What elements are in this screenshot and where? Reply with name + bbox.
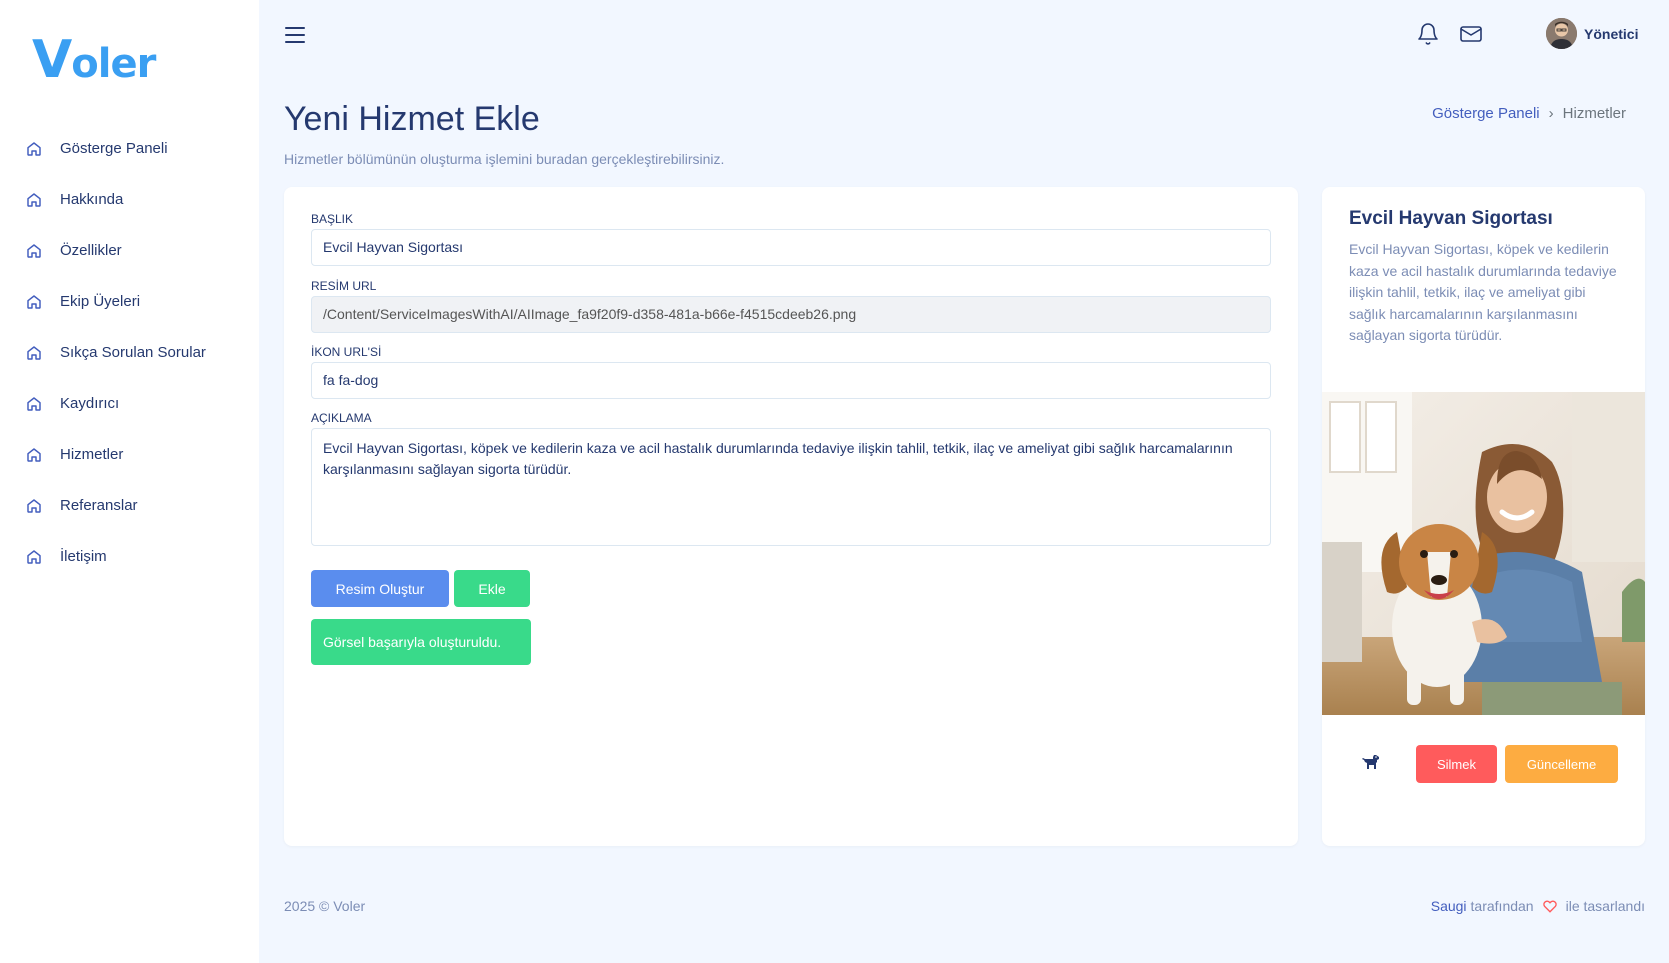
service-form-card: BAŞLIK Evcil Hayvan Sigortası RESİM URL … bbox=[284, 187, 1298, 846]
logo-text: oler bbox=[71, 41, 156, 87]
home-icon bbox=[26, 141, 42, 157]
dog-icon bbox=[1362, 754, 1380, 775]
icon-url-label: İKON URL'Sİ bbox=[311, 345, 382, 359]
title-input[interactable]: Evcil Hayvan Sigortası bbox=[311, 229, 1271, 266]
sidebar-item-label: Kaydırıcı bbox=[60, 395, 120, 412]
home-icon bbox=[26, 498, 42, 514]
home-icon bbox=[26, 447, 42, 463]
image-url-label: RESİM URL bbox=[311, 279, 377, 293]
home-icon bbox=[26, 192, 42, 208]
sidebar-item-label: Hakkında bbox=[60, 191, 124, 208]
footer-credits: Saugi tarafından ile tasarlandı bbox=[1431, 898, 1645, 914]
hamburger-menu-button[interactable] bbox=[285, 27, 305, 43]
logo-initial: V bbox=[32, 30, 72, 90]
image-url-input: /Content/ServiceImagesWithAI/AIImage_fa9… bbox=[311, 296, 1271, 333]
page-subtitle: Hizmetler bölümünün oluşturma işlemini b… bbox=[284, 151, 725, 167]
breadcrumb-current: Hizmetler bbox=[1562, 105, 1626, 122]
sidebar-item-3[interactable]: Ekip Üyeleri bbox=[0, 276, 259, 327]
footer-author-link[interactable]: Saugi bbox=[1431, 898, 1467, 914]
footer-by-text: tarafından bbox=[1470, 898, 1534, 914]
delete-button[interactable]: Silmek bbox=[1416, 745, 1497, 783]
preview-title: Evcil Hayvan Sigortası bbox=[1349, 208, 1553, 229]
bell-icon[interactable] bbox=[1417, 22, 1439, 51]
user-menu[interactable]: Yönetici bbox=[1546, 18, 1638, 49]
breadcrumb: Gösterge Paneli › Hizmetler bbox=[1432, 105, 1626, 122]
home-icon bbox=[26, 345, 42, 361]
description-label: AÇIKLAMA bbox=[311, 411, 372, 425]
sidebar-item-1[interactable]: Hakkında bbox=[0, 174, 259, 225]
footer-designed-text: ile tasarlandı bbox=[1565, 898, 1645, 914]
brand-logo[interactable]: Voler bbox=[32, 30, 156, 90]
avatar bbox=[1546, 18, 1577, 49]
home-icon bbox=[26, 243, 42, 259]
add-button[interactable]: Ekle bbox=[454, 570, 530, 607]
service-preview-card: Evcil Hayvan Sigortası Evcil Hayvan Sigo… bbox=[1322, 187, 1645, 846]
sidebar-item-label: Referanslar bbox=[60, 497, 138, 514]
sidebar-item-label: Gösterge Paneli bbox=[60, 140, 168, 157]
success-alert: Görsel başarıyla oluşturuldu. bbox=[311, 619, 531, 665]
sidebar-item-5[interactable]: Kaydırıcı bbox=[0, 378, 259, 429]
sidebar-item-label: İletişim bbox=[60, 548, 107, 565]
sidebar-item-8[interactable]: İletişim bbox=[0, 531, 259, 582]
heart-icon bbox=[1542, 899, 1558, 913]
user-name: Yönetici bbox=[1584, 25, 1639, 42]
sidebar-item-2[interactable]: Özellikler bbox=[0, 225, 259, 276]
sidebar-item-0[interactable]: Gösterge Paneli bbox=[0, 123, 259, 174]
breadcrumb-home-link[interactable]: Gösterge Paneli bbox=[1432, 105, 1540, 122]
sidebar-menu: Gösterge Paneli Hakkında Özellikler Ekip Üy… bbox=[0, 123, 259, 582]
sidebar-item-label: Hizmetler bbox=[60, 446, 124, 463]
mail-icon[interactable] bbox=[1459, 22, 1483, 51]
icon-url-input[interactable]: fa fa-dog bbox=[311, 362, 1271, 399]
sidebar-item-7[interactable]: Referanslar bbox=[0, 480, 259, 531]
page-title: Yeni Hizmet Ekle bbox=[284, 100, 540, 138]
sidebar-item-6[interactable]: Hizmetler bbox=[0, 429, 259, 480]
preview-image bbox=[1322, 392, 1645, 715]
sidebar-item-4[interactable]: Sıkça Sorulan Sorular bbox=[0, 327, 259, 378]
home-icon bbox=[26, 294, 42, 310]
home-icon bbox=[26, 549, 42, 565]
sidebar: Voler Gösterge Paneli Hakkında Özellikler E… bbox=[0, 0, 259, 963]
sidebar-item-label: Özellikler bbox=[60, 242, 122, 259]
generate-image-button[interactable]: Resim Oluştur bbox=[311, 570, 449, 607]
description-textarea[interactable]: Evcil Hayvan Sigortası, köpek ve kediler… bbox=[311, 428, 1271, 546]
sidebar-item-label: Sıkça Sorulan Sorular bbox=[60, 344, 206, 361]
chevron-right-icon: › bbox=[1548, 105, 1554, 122]
sidebar-item-label: Ekip Üyeleri bbox=[60, 293, 141, 310]
footer-copyright: 2025 © Voler bbox=[284, 898, 366, 914]
update-button[interactable]: Güncelleme bbox=[1505, 745, 1618, 783]
title-label: BAŞLIK bbox=[311, 212, 354, 226]
preview-description: Evcil Hayvan Sigortası, köpek ve kediler… bbox=[1349, 241, 1617, 343]
home-icon bbox=[26, 396, 42, 412]
